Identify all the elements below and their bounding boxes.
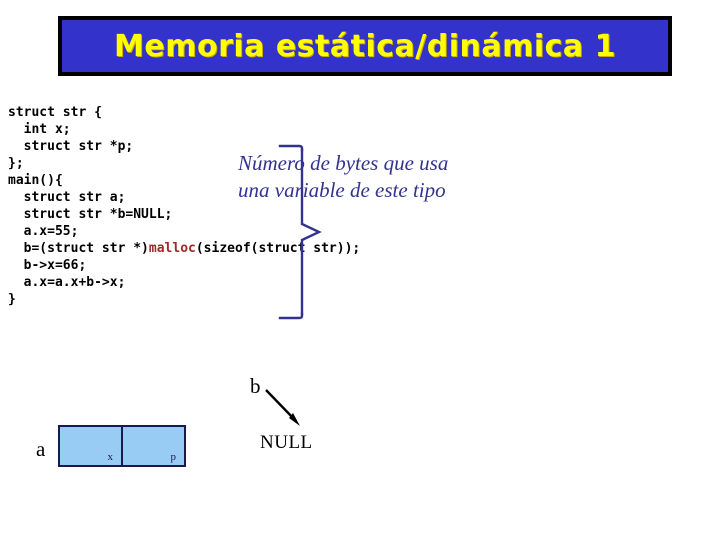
annotation-note: Número de bytes que usa una variable de … — [238, 150, 508, 204]
page-title: Memoria estática/dinámica 1 — [114, 28, 616, 64]
code-token: a.x=a.x+b->x; — [8, 275, 126, 290]
code-token: struct str *p; — [8, 139, 134, 154]
memory-cell-p: p — [121, 427, 184, 465]
code-line: } — [8, 291, 360, 308]
code-line: a.x=a.x+b->x; — [8, 274, 360, 291]
code-line: b=(struct str *)malloc(sizeof(struct str… — [8, 240, 361, 257]
code-token: } — [8, 292, 16, 307]
code-listing: struct str { int x; struct str *p;}; main… — [8, 104, 360, 308]
code-token: (sizeof(struct str)); — [195, 241, 361, 256]
code-line: struct str *b=NULL; — [8, 206, 360, 223]
code-line: a.x=55; — [8, 223, 360, 240]
code-token: struct str *b=NULL; — [8, 207, 173, 222]
code-token-malloc: malloc — [148, 241, 196, 256]
code-token: int x; — [8, 122, 71, 137]
memory-cell-x-label: x — [107, 451, 114, 463]
code-line: struct str { — [8, 104, 360, 121]
code-token: b->x=66; — [8, 258, 87, 273]
code-line: b->x=66; — [8, 257, 360, 274]
title-banner: Memoria estática/dinámica 1 — [58, 16, 672, 76]
code-token: }; — [8, 156, 24, 171]
code-token: b=(struct str *) — [8, 241, 149, 256]
struct-memory-boxes: x p — [58, 425, 186, 467]
code-token: struct str a; — [8, 190, 126, 205]
code-line: int x; — [8, 121, 360, 138]
code-token: a.x=55; — [8, 224, 79, 239]
code-token: main(){ — [8, 173, 63, 188]
null-value-label: NULL — [260, 432, 313, 453]
variable-a-label: a — [36, 437, 46, 461]
annotation-line-1: Número de bytes que usa — [238, 151, 449, 175]
memory-cell-p-label: p — [170, 451, 177, 463]
variable-b-label: b — [250, 374, 261, 398]
annotation-line-2: una variable de este tipo — [238, 178, 446, 202]
memory-cell-x: x — [60, 427, 121, 465]
code-token: struct str { — [8, 105, 102, 120]
